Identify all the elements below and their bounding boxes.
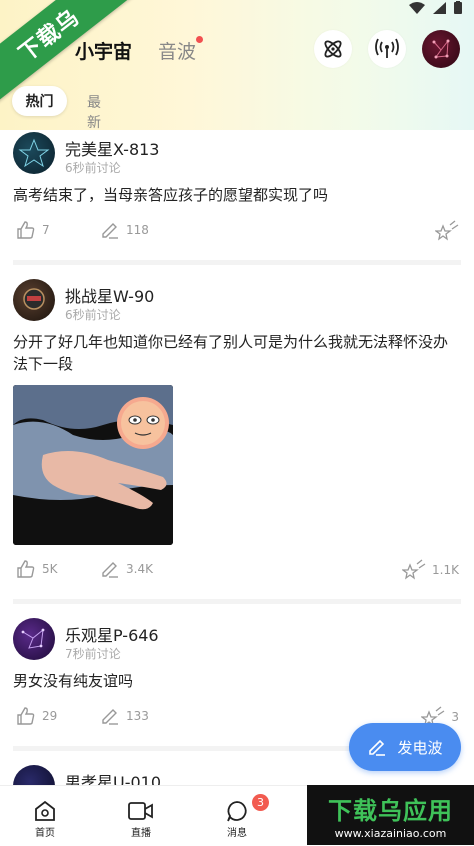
- post-feed: 完美星X-813 6秒前讨论 高考结束了，当母亲答应孩子的愿望都实现了吗 7 1…: [0, 130, 474, 811]
- star-button[interactable]: 1.1K: [402, 559, 459, 581]
- like-button[interactable]: 29: [16, 706, 57, 726]
- post-author[interactable]: 完美星X-813: [65, 136, 159, 160]
- thumbs-up-icon: [17, 560, 35, 578]
- comment-count: 3.4K: [126, 562, 153, 576]
- post-text: 男女没有纯友谊吗: [13, 672, 134, 690]
- wifi-icon: [409, 1, 425, 14]
- post-item[interactable]: 挑战星W-90 6秒前讨论 分开了好几年也知道你已经有了别人可是为什么我就无法释…: [0, 277, 474, 604]
- star-count: 1.1K: [432, 563, 459, 577]
- post-time: 6秒前讨论: [65, 161, 121, 175]
- pencil-icon: [369, 739, 386, 756]
- watermark-logo: 下载乌应用 www.xiazainiao.com: [307, 785, 474, 845]
- nav-home-label: 首页: [35, 828, 55, 839]
- post-text: 高考结束了，当母亲答应孩子的愿望都实现了吗: [13, 186, 329, 204]
- post-avatar[interactable]: [13, 132, 55, 174]
- nav-live[interactable]: 直播: [111, 798, 171, 839]
- nav-home[interactable]: 首页: [15, 798, 75, 839]
- pencil-icon: [102, 223, 118, 239]
- nav-messages-label: 消息: [227, 828, 247, 839]
- like-button[interactable]: 7: [16, 220, 50, 240]
- subtab-latest[interactable]: 最新: [87, 92, 101, 132]
- battery-icon: [454, 1, 462, 14]
- post-divider: [13, 260, 461, 265]
- tab-xiaoyuzhou[interactable]: 小宇宙: [75, 37, 132, 64]
- comment-count: 133: [126, 709, 149, 723]
- like-button[interactable]: 5K: [16, 559, 58, 579]
- comment-button[interactable]: 3.4K: [100, 559, 153, 579]
- star-count: 3: [451, 710, 459, 724]
- atom-icon: [324, 40, 342, 58]
- message-badge: 3: [252, 794, 269, 811]
- send-wave-button[interactable]: 发电波: [349, 723, 461, 771]
- pencil-icon: [102, 709, 118, 725]
- video-icon: [128, 802, 153, 820]
- sparkle-star-icon: [402, 559, 426, 580]
- watermark-brand-b: 应用: [403, 796, 453, 825]
- comment-button[interactable]: 133: [100, 706, 149, 726]
- nav-live-label: 直播: [131, 828, 151, 839]
- constellation-icon: [432, 39, 450, 59]
- post-author[interactable]: 挑战星W-90: [65, 283, 154, 307]
- pencil-icon: [102, 562, 118, 578]
- star-button[interactable]: [435, 220, 459, 242]
- watermark-url: www.xiazainiao.com: [334, 826, 447, 840]
- hand-photo: [13, 385, 173, 545]
- sparkle-star-icon: [435, 220, 459, 241]
- watermark-brand-a: 下载乌: [328, 796, 403, 825]
- comment-button[interactable]: 118: [100, 220, 149, 240]
- like-count: 7: [42, 223, 50, 237]
- notification-dot: [196, 36, 203, 43]
- post-time: 7秒前讨论: [65, 647, 121, 661]
- chat-icon: [227, 801, 247, 822]
- like-count: 29: [42, 709, 58, 723]
- broadcast-icon: [375, 38, 399, 58]
- tab-yinbo[interactable]: 音波: [158, 37, 196, 64]
- post-time: 6秒前讨论: [65, 308, 121, 322]
- post-text: 分开了好几年也知道你已经有了别人可是为什么我就无法释怀没办法下一段: [13, 333, 449, 373]
- home-icon: [35, 800, 55, 821]
- atom-button[interactable]: [314, 30, 352, 68]
- comment-count: 118: [126, 223, 149, 237]
- post-item[interactable]: 完美星X-813 6秒前讨论 高考结束了，当母亲答应孩子的愿望都实现了吗 7 1…: [0, 130, 474, 265]
- post-avatar[interactable]: [13, 618, 55, 660]
- post-image[interactable]: [13, 385, 173, 545]
- like-count: 5K: [42, 562, 58, 576]
- post-avatar[interactable]: [13, 279, 55, 321]
- post-divider: [13, 599, 461, 604]
- thumbs-up-icon: [17, 707, 35, 725]
- thumbs-up-icon: [17, 221, 35, 239]
- send-wave-label: 发电波: [397, 738, 443, 757]
- avatar[interactable]: [422, 30, 460, 68]
- subtab-hot[interactable]: 热门: [12, 86, 67, 116]
- broadcast-button[interactable]: [368, 30, 406, 68]
- post-author[interactable]: 乐观星P-646: [65, 622, 159, 646]
- signal-icon: [433, 1, 446, 14]
